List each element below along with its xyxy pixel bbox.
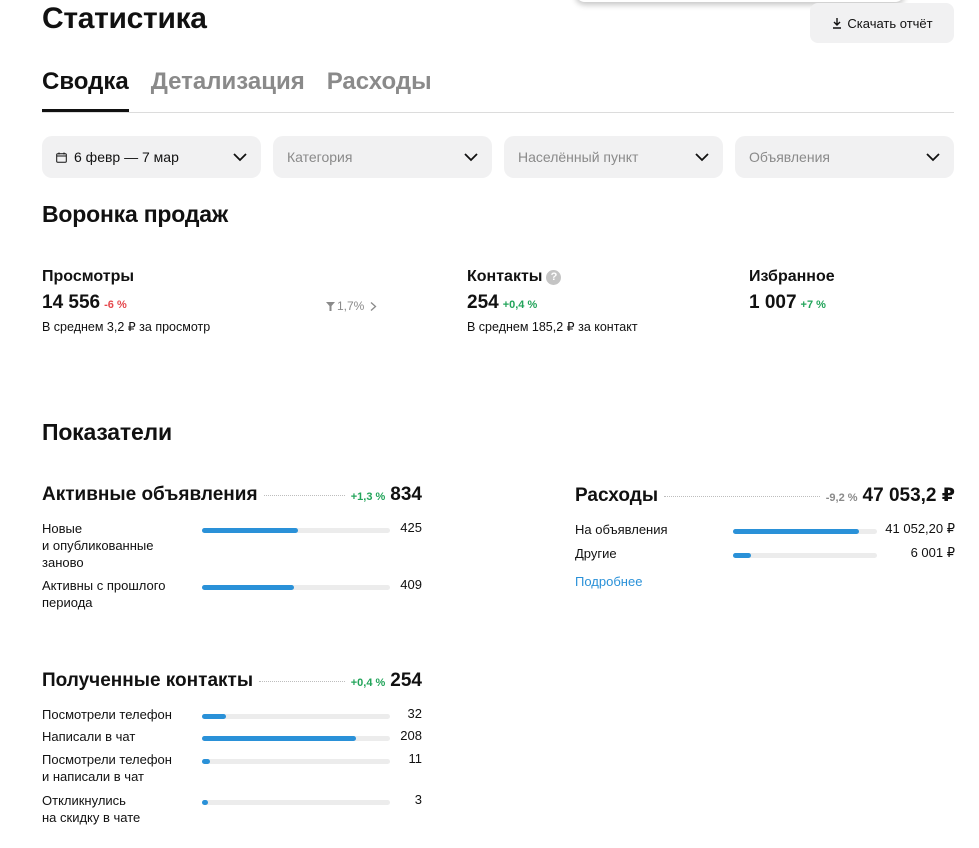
contacts-delta: +0,4 % <box>502 299 538 311</box>
funnel-favorites: Избранное 1 007 +7 % <box>749 268 835 314</box>
tab-expenses[interactable]: Расходы <box>327 66 432 110</box>
list-item: Активны с прошлого периода 409 <box>42 577 422 613</box>
city-select[interactable]: Населённый пункт <box>504 136 723 178</box>
bar-track <box>202 736 390 741</box>
row-label: На объявления <box>575 522 668 537</box>
active-ads-title: Активные объявления <box>42 484 258 505</box>
expenses-total: 47 053,2 ₽ <box>862 485 955 506</box>
funnel-views: Просмотры 14 556 -6 % В среднем 3,2 ₽ за… <box>42 268 210 334</box>
contacts-received-delta: +0,4 % <box>350 677 386 689</box>
popup-edge <box>575 0 905 2</box>
conversion-link[interactable]: 1,7% <box>326 299 378 313</box>
leader-line <box>259 681 345 682</box>
contacts-sub: В среднем 185,2 ₽ за контакт <box>467 320 638 334</box>
date-range-select[interactable]: 6 февр — 7 мар <box>42 136 261 178</box>
bar-fill <box>202 714 226 719</box>
help-icon[interactable]: ? <box>546 269 562 285</box>
views-value: 14 556 <box>42 292 101 313</box>
funnel-title: Воронка продаж <box>42 201 228 227</box>
contacts-value: 254 <box>467 292 499 313</box>
views-delta: -6 % <box>104 299 127 311</box>
page-title: Статистика <box>42 2 207 35</box>
views-sub: В среднем 3,2 ₽ за просмотр <box>42 320 211 334</box>
row-label: Написали в чат <box>42 729 136 744</box>
download-icon <box>833 18 842 29</box>
row-label: Посмотрели телефон <box>42 707 172 722</box>
indicators-title: Показатели <box>42 419 172 445</box>
active-ads-header: Активные объявления +1,3 % 834 <box>42 484 422 506</box>
row-label: Посмотрели телефон и написали в чат <box>42 752 172 784</box>
expenses-more-link[interactable]: Подробнее <box>575 574 642 589</box>
category-placeholder: Категория <box>287 149 353 165</box>
contacts-title: Полученные контакты <box>42 670 254 691</box>
bar-fill <box>733 529 859 534</box>
bar-fill <box>202 528 298 533</box>
row-label: Другие <box>575 546 617 561</box>
row-label: Новые и опубликованные заново <box>42 521 154 570</box>
expenses-delta: -9,2 % <box>825 492 858 504</box>
active-ads-total: 834 <box>390 484 422 505</box>
download-report-label: Скачать отчёт <box>847 15 933 31</box>
funnel-icon <box>326 301 335 311</box>
row-label: Активны с прошлого периода <box>42 578 166 610</box>
list-item: Другие 6 001 ₽ <box>575 545 955 563</box>
expenses-header: Расходы -9,2 % 47 053,2 ₽ <box>575 484 955 507</box>
favorites-value: 1 007 <box>749 292 797 313</box>
row-value: 409 <box>400 577 422 592</box>
list-item: Посмотрели телефон 32 <box>42 706 422 724</box>
chevron-down-icon <box>233 152 247 161</box>
download-report-button[interactable]: Скачать отчёт <box>810 3 954 43</box>
expenses-title: Расходы <box>575 485 659 506</box>
ads-select[interactable]: Объявления <box>735 136 954 178</box>
bar-track <box>202 800 390 805</box>
row-value: 425 <box>400 520 422 535</box>
bar-track <box>202 528 390 533</box>
list-item: Откликнулись на скидку в чате 3 <box>42 792 422 828</box>
funnel-contacts: Контакты ? 254 +0,4 % В среднем 185,2 ₽ … <box>467 268 638 334</box>
views-label: Просмотры <box>42 268 135 285</box>
row-value: 41 052,20 ₽ <box>885 521 955 536</box>
bar-track <box>733 553 877 558</box>
row-value: 3 <box>414 792 422 807</box>
list-item: Посмотрели телефон и написали в чат 11 <box>42 751 422 787</box>
active-ads-delta: +1,3 % <box>350 491 386 503</box>
leader-line <box>263 495 345 496</box>
date-range-value: 6 февр — 7 мар <box>74 149 179 165</box>
category-select[interactable]: Категория <box>273 136 492 178</box>
tab-details[interactable]: Детализация <box>151 66 305 110</box>
chevron-right-icon <box>370 301 377 311</box>
favorites-label: Избранное <box>749 268 835 285</box>
bar-fill <box>202 800 208 805</box>
row-label: Откликнулись на скидку в чате <box>42 793 141 825</box>
row-value: 6 001 ₽ <box>910 545 955 560</box>
list-item: На объявления 41 052,20 ₽ <box>575 521 955 539</box>
tab-bar: Сводка Детализация Расходы <box>42 66 954 113</box>
list-item: Новые и опубликованные заново 425 <box>42 520 422 572</box>
row-value: 208 <box>400 728 422 743</box>
bar-track <box>202 714 390 719</box>
chevron-down-icon <box>464 152 478 161</box>
bar-track <box>202 585 390 590</box>
bar-track <box>202 759 390 764</box>
bar-track <box>733 529 877 534</box>
row-value: 11 <box>408 751 423 766</box>
conversion-value: 1,7% <box>337 299 365 313</box>
contacts-label: Контакты <box>467 268 543 285</box>
city-placeholder: Населённый пункт <box>518 149 639 165</box>
bar-fill <box>202 585 295 590</box>
tab-summary[interactable]: Сводка <box>42 66 129 112</box>
ads-placeholder: Объявления <box>749 149 830 165</box>
list-item: Написали в чат 208 <box>42 728 422 746</box>
bar-fill <box>202 736 356 741</box>
leader-line <box>664 496 820 497</box>
chevron-down-icon <box>926 152 940 161</box>
row-value: 32 <box>407 706 422 721</box>
bar-fill <box>733 553 752 558</box>
contacts-header: Полученные контакты +0,4 % 254 <box>42 670 422 692</box>
favorites-delta: +7 % <box>800 299 826 311</box>
chevron-down-icon <box>695 152 709 161</box>
contacts-received-total: 254 <box>390 670 422 691</box>
bar-fill <box>202 759 211 764</box>
calendar-icon <box>56 152 67 163</box>
